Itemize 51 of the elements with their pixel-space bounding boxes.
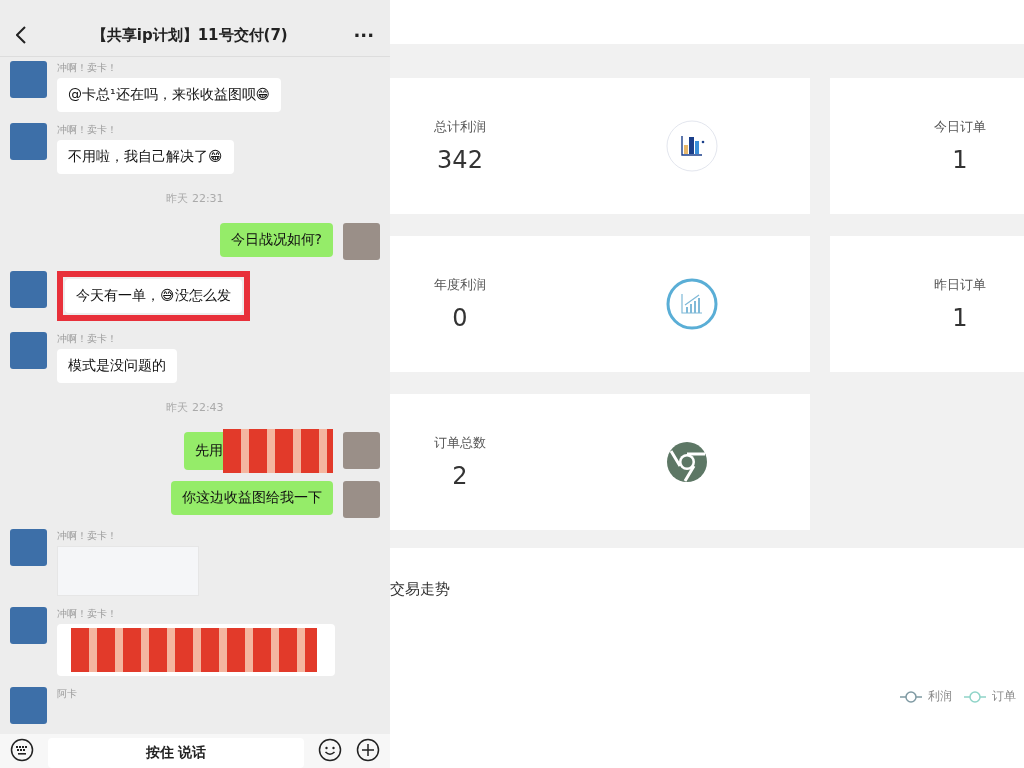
legend-marker-icon[interactable] (900, 690, 922, 703)
message-bubble: 今日战况如何? (219, 223, 333, 257)
sender-name: 冲啊！卖卡！ (57, 123, 117, 137)
bar-chart-icon (666, 120, 718, 172)
message-bubble: 你这边收益图给我一下 (171, 481, 333, 515)
avatar-photo-placeholder[interactable] (10, 529, 47, 566)
stat-label: 总计利润 (434, 118, 486, 136)
stat-value: 2 (452, 462, 468, 490)
stat-value: 0 (452, 304, 468, 332)
avatar-photo-placeholder[interactable] (343, 223, 380, 260)
sender-name: 冲啊！卖卡！ (57, 332, 117, 346)
avatar-photo-placeholder[interactable] (10, 687, 47, 724)
chart-title: 交易走势 (390, 580, 450, 599)
sender-name: 阿卡 (57, 687, 77, 701)
plus-icon[interactable] (356, 738, 380, 762)
avatar-photo-placeholder[interactable] (10, 61, 47, 98)
sender-name: 冲啊！卖卡！ (57, 607, 117, 621)
message-text: 先用 (195, 442, 223, 460)
stat-label: 年度利润 (434, 276, 486, 294)
stat-label: 订单总数 (434, 434, 486, 452)
sender-name: 冲啊！卖卡！ (57, 529, 117, 543)
stat-label: 今日订单 (934, 118, 986, 136)
legend-label[interactable]: 订单 (992, 688, 1016, 705)
timestamp: 昨天 22:43 (165, 400, 225, 415)
avatar-photo-placeholder[interactable] (10, 123, 47, 160)
keyboard-icon[interactable] (10, 738, 34, 762)
timestamp: 昨天 22:31 (165, 191, 225, 206)
message-bubble: 今天有一单，😅没怎么发 (65, 279, 242, 313)
legend-marker-icon[interactable] (964, 690, 986, 703)
back-icon[interactable] (16, 26, 26, 44)
message-bubble: 不用啦，我自己解决了😁 (57, 140, 234, 174)
browser-logo-icon (666, 441, 708, 483)
legend-label[interactable]: 利润 (928, 688, 952, 705)
message-bubble: 模式是没问题的 (57, 349, 177, 383)
avatar-photo-placeholder[interactable] (343, 481, 380, 518)
sender-name: 冲啊！卖卡！ (57, 61, 117, 75)
emoji-icon[interactable] (318, 738, 342, 762)
growth-chart-icon (666, 278, 718, 330)
more-button[interactable]: ··· (353, 24, 374, 46)
avatar-photo-placeholder[interactable] (343, 432, 380, 469)
stat-label: 昨日订单 (934, 276, 986, 294)
sticker-bubble[interactable] (57, 624, 335, 676)
stat-value: 342 (437, 146, 483, 174)
hold-to-talk-button[interactable]: 按住 说话 (48, 738, 304, 768)
stat-value: 1 (952, 146, 968, 174)
avatar-photo-placeholder[interactable] (10, 332, 47, 369)
stat-value: 1 (952, 304, 968, 332)
chat-title: 【共享ip计划】11号交付(7) (90, 25, 289, 45)
avatar-photo-placeholder[interactable] (10, 271, 47, 308)
avatar-photo-placeholder[interactable] (10, 607, 47, 644)
message-bubble: @卡总¹还在吗，来张收益图呗😁 (57, 78, 282, 112)
